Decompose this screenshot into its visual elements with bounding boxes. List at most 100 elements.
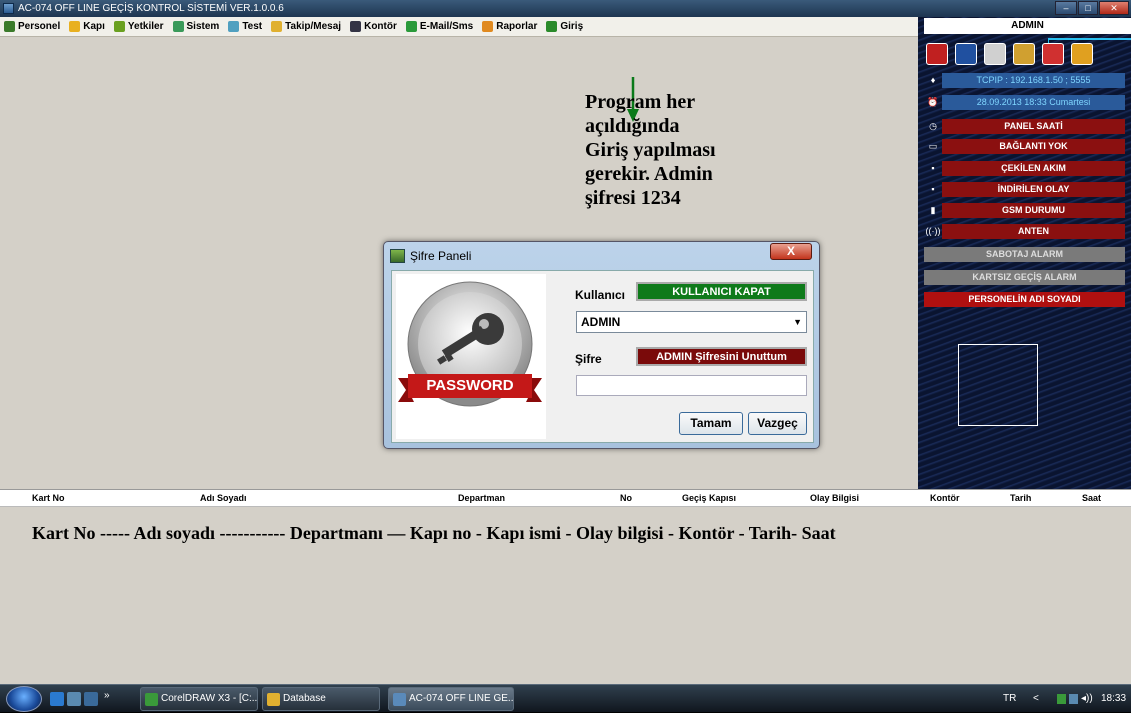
menu-label: Yetkiler [127, 21, 164, 32]
column-header[interactable]: No [620, 493, 632, 503]
email-icon [405, 21, 417, 32]
menu-label: E-Mail/Sms [419, 21, 474, 32]
connection-info: TCPIP : 192.168.1.50 ; 5555 [942, 72, 1125, 88]
status-row: ▪ İNDİRİLEN OLAY [924, 181, 1125, 197]
dialog-icon [390, 249, 405, 263]
start-button[interactable] [6, 686, 42, 712]
menu-test[interactable]: Test [228, 21, 262, 32]
clock[interactable]: 18:33 [1101, 693, 1126, 704]
door-icon[interactable] [955, 43, 977, 65]
speaker-icon[interactable]: ◂)) [1081, 693, 1093, 704]
column-header[interactable]: Geçiş Kapısı [682, 493, 736, 503]
power-icon: ▪ [931, 163, 935, 173]
quicklaunch-chevron[interactable]: » [104, 690, 110, 701]
user-label: Kullanıcı [575, 288, 626, 302]
datetime-row: ⏰ 28.09.2013 18:33 Cumartesi [924, 94, 1125, 110]
app-window: AC-074 OFF LINE GEÇİŞ KONTROL SİSTEMİ VE… [0, 0, 1131, 684]
taskbar-button-label: AC-074 OFF LINE GE... [409, 693, 514, 704]
column-header[interactable]: Saat [1082, 493, 1101, 503]
status-row: ▭ BAĞLANTI YOK [924, 138, 1125, 154]
network-icon: ♦ [930, 75, 936, 85]
downloaded-events-status[interactable]: İNDİRİLEN OLAY [942, 181, 1125, 197]
taskbar-button-coreldraw[interactable]: CorelDRAW X3 - [C:... [140, 687, 258, 711]
sabotage-alarm[interactable]: SABOTAJ ALARM [924, 246, 1125, 262]
status-panel: ADMIN ♦ TCPIP : 192.168.1.50 ; 5555 ⏰ 28… [918, 17, 1131, 489]
menu-kapi[interactable]: Kapı [69, 21, 105, 32]
test-icon [228, 21, 240, 32]
user-select[interactable]: ADMIN ▼ [576, 311, 807, 333]
taskbar-button-ac074[interactable]: AC-074 OFF LINE GE... [388, 687, 514, 711]
menu-raporlar[interactable]: Raporlar [482, 21, 537, 32]
menu-giris[interactable]: Giriş [546, 21, 583, 32]
report-icon [482, 21, 494, 32]
window-title: AC-074 OFF LINE GEÇİŞ KONTROL SİSTEMİ VE… [18, 3, 284, 14]
title-bar[interactable]: AC-074 OFF LINE GEÇİŞ KONTROL SİSTEMİ VE… [0, 0, 1131, 17]
minimize-button[interactable]: – [1055, 1, 1077, 15]
taskbar-button-database[interactable]: Database [262, 687, 380, 711]
annotation-text: Program her açıldığında Giriş yapılması … [585, 90, 785, 210]
system-tray: TR < ◂)) 18:33 [991, 685, 1131, 713]
menu-label: Kapı [83, 21, 105, 32]
column-header[interactable]: Kontör [930, 493, 960, 503]
cancel-button[interactable]: Vazgeç [748, 412, 807, 435]
document-icon[interactable] [984, 43, 1006, 65]
person-name: PERSONELİN ADI SOYADI [924, 291, 1125, 307]
column-header[interactable]: Departman [458, 493, 505, 503]
dialog-title-bar[interactable]: Şifre Paneli [390, 247, 471, 265]
current-draw-status[interactable]: ÇEKİLEN AKIM [942, 160, 1125, 176]
folder-icon [267, 693, 280, 706]
password-image-label: PASSWORD [426, 377, 514, 394]
status-row: ((·)) ANTEN [924, 223, 1125, 239]
volume-icon[interactable] [1069, 694, 1078, 704]
menu-sistem[interactable]: Sistem [172, 21, 220, 32]
language-indicator[interactable]: TR [1003, 693, 1016, 704]
cardless-pass-alarm[interactable]: KARTSIZ GEÇİŞ ALARM [924, 269, 1125, 285]
close-user-button[interactable]: KULLANICI KAPAT [636, 282, 807, 301]
alarm-icon[interactable] [926, 43, 948, 65]
selected-user: ADMIN [581, 315, 621, 329]
taskbar-button-label: Database [283, 693, 326, 704]
column-header[interactable]: Tarih [1010, 493, 1031, 503]
ok-button[interactable]: Tamam [679, 412, 743, 435]
close-button[interactable]: ✕ [1099, 1, 1129, 15]
dialog-body: PASSWORD Kullanıcı KULLANICI KAPAT ADMIN… [391, 270, 814, 443]
antenna-status[interactable]: ANTEN [942, 223, 1125, 239]
maximize-button[interactable]: □ [1078, 1, 1098, 15]
table-header: Kart No Adı Soyadı Departman No Geçiş Ka… [0, 489, 1131, 507]
column-header[interactable]: Kart No [32, 493, 65, 503]
column-header[interactable]: Olay Bilgisi [810, 493, 859, 503]
panel-clock-status[interactable]: PANEL SAATİ [942, 118, 1125, 134]
menu-label: Personel [18, 21, 61, 32]
menu-label: Takip/Mesaj [285, 21, 342, 32]
menu-takip-mesaj[interactable]: Takip/Mesaj [271, 21, 341, 32]
app-icon [393, 693, 406, 706]
tray-expand-icon[interactable]: < [1033, 693, 1039, 704]
app-icon [3, 3, 14, 14]
connection-status[interactable]: BAĞLANTI YOK [942, 138, 1125, 154]
panel-toolbar [926, 43, 1131, 67]
forgot-password-button[interactable]: ADMIN Şifresini Unuttum [636, 347, 807, 366]
gsm-status[interactable]: GSM DURUMU [942, 202, 1125, 218]
monitor-icon: ▭ [928, 140, 938, 151]
status-row: ◷ PANEL SAATİ [924, 118, 1125, 134]
taskbar-button-label: CorelDRAW X3 - [C:... [161, 693, 258, 704]
menu-label: Sistem [186, 21, 220, 32]
column-header[interactable]: Adı Soyadı [200, 493, 247, 503]
event-icon: ▪ [931, 184, 935, 194]
refresh-icon[interactable] [1071, 43, 1093, 65]
dialog-close-button[interactable]: X [770, 243, 812, 260]
show-desktop-icon[interactable] [67, 692, 81, 706]
network-icon[interactable] [1057, 694, 1066, 704]
menu-yetkiler[interactable]: Yetkiler [113, 21, 164, 32]
annotation-line: şifresi 1234 [585, 187, 681, 209]
switch-windows-icon[interactable] [84, 692, 98, 706]
menu-personel[interactable]: Personel [4, 21, 60, 32]
menu-kontor[interactable]: Kontör [350, 21, 397, 32]
menu-email-sms[interactable]: E-Mail/Sms [405, 21, 474, 32]
download-icon[interactable] [1042, 43, 1064, 65]
password-field[interactable] [576, 375, 807, 396]
folder-icon[interactable] [1013, 43, 1035, 65]
menu-label: Test [242, 21, 263, 32]
ie-icon[interactable] [50, 692, 64, 706]
password-label: Şifre [575, 352, 602, 366]
